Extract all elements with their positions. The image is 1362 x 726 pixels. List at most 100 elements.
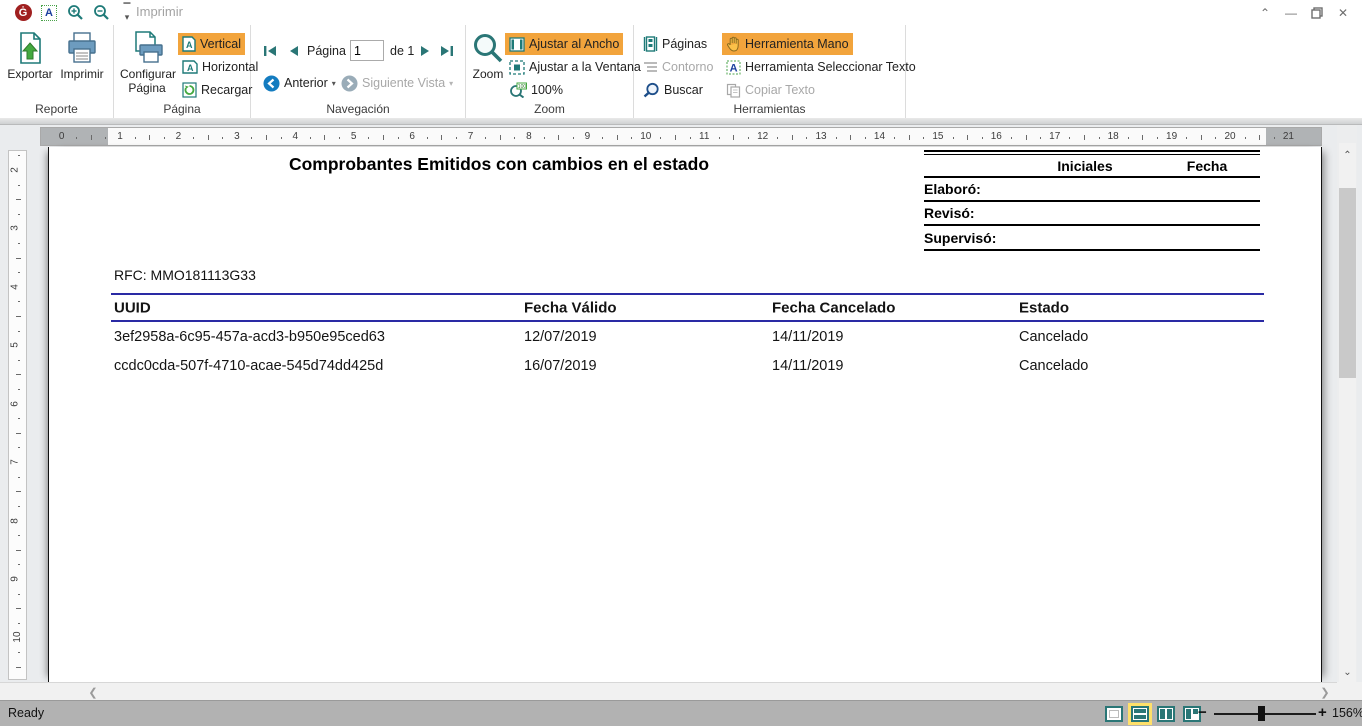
hruler-number: 4 bbox=[292, 131, 298, 142]
last-page-button[interactable] bbox=[437, 40, 457, 62]
hruler-number: 2 bbox=[176, 131, 182, 142]
window-title: Imprimir bbox=[136, 4, 183, 19]
next-page-button[interactable] bbox=[415, 40, 435, 62]
scroll-down-icon[interactable]: ⌄ bbox=[1339, 662, 1356, 682]
vruler-number: 9 bbox=[9, 576, 20, 582]
paginas-label: Páginas bbox=[662, 37, 707, 51]
signoff-row: Revisó: bbox=[924, 202, 1260, 226]
scroll-right-icon[interactable]: ❯ bbox=[1316, 683, 1334, 701]
page-number-input[interactable] bbox=[350, 40, 384, 61]
vruler-number: 3 bbox=[9, 226, 20, 232]
page-label: Página bbox=[307, 44, 346, 58]
signoff-label-superviso: Supervisó: bbox=[924, 230, 996, 246]
horizontal-button[interactable]: A Horizontal bbox=[178, 56, 262, 78]
hruler-number: 18 bbox=[1108, 131, 1119, 142]
fit-width-view-button[interactable] bbox=[1128, 703, 1152, 725]
paginas-button[interactable]: Páginas bbox=[639, 33, 711, 55]
magnifier-icon bbox=[468, 29, 508, 67]
restore-icon[interactable] bbox=[1304, 0, 1330, 25]
ruler-margin-left bbox=[41, 128, 108, 145]
ajustar-a-la-ventana-label: Ajustar a la Ventana bbox=[529, 60, 641, 74]
select-text-tool-icon[interactable]: A bbox=[40, 4, 58, 22]
two-page-view-button[interactable] bbox=[1154, 703, 1178, 725]
outline-icon bbox=[643, 60, 658, 74]
scroll-up-icon[interactable]: ⌃ bbox=[1339, 145, 1356, 165]
title-bar: Ġ A ▔▾ Imprimir ⌃ — ✕ bbox=[0, 0, 1362, 25]
herramienta-seleccionar-texto-button[interactable]: A Herramienta Seleccionar Texto bbox=[722, 56, 920, 78]
imprimir-button[interactable]: Imprimir bbox=[56, 29, 108, 81]
minimize-icon[interactable]: — bbox=[1278, 0, 1304, 25]
fit-width-icon bbox=[509, 37, 525, 52]
ribbon-group-navegacion: Página de 1 Anterior ▾ Siguiente Vista ▾… bbox=[251, 25, 466, 118]
report-page[interactable]: Comprobantes Emitidos con cambios en el … bbox=[48, 147, 1322, 682]
ribbon-group-pagina: Configurar Página A Vertical A Horizonta… bbox=[114, 25, 251, 118]
first-page-button[interactable] bbox=[260, 40, 280, 62]
close-icon[interactable]: ✕ bbox=[1330, 0, 1356, 25]
siguiente-vista-button[interactable]: Siguiente Vista ▾ bbox=[337, 72, 457, 94]
hruler-number: 0 bbox=[59, 131, 65, 142]
vruler-number: 4 bbox=[9, 284, 20, 290]
scroll-left-icon[interactable]: ❮ bbox=[84, 683, 102, 701]
configurar-pagina-button[interactable]: Configurar Página bbox=[120, 29, 174, 95]
copiar-texto-button[interactable]: Copiar Texto bbox=[722, 79, 819, 101]
hruler-number: 15 bbox=[932, 131, 943, 142]
zoom-out-minus-button[interactable]: − bbox=[1198, 704, 1207, 721]
exportar-button[interactable]: Exportar bbox=[4, 29, 56, 81]
table-cell: ccdc0cda-507f-4710-acae-545d74dd425d bbox=[114, 358, 383, 374]
hruler-number: 12 bbox=[757, 131, 768, 142]
buscar-label: Buscar bbox=[664, 83, 703, 97]
ajustar-a-la-ventana-button[interactable]: Ajustar a la Ventana bbox=[505, 56, 645, 78]
buscar-button[interactable]: Buscar bbox=[639, 79, 707, 101]
horizontal-scrollbar[interactable]: ❮ ❯ bbox=[0, 682, 1337, 700]
vertical-scroll-thumb[interactable] bbox=[1339, 188, 1356, 378]
zoom-slider-thumb[interactable] bbox=[1258, 706, 1265, 721]
quick-access-toolbar: Ġ A ▔▾ bbox=[14, 2, 136, 23]
forward-circle-icon bbox=[341, 75, 358, 92]
herramienta-mano-label: Herramienta Mano bbox=[745, 37, 849, 51]
zoom-slider-track[interactable] bbox=[1214, 713, 1316, 715]
page-setup-icon bbox=[120, 29, 174, 67]
zoom-out-icon[interactable] bbox=[92, 4, 110, 22]
contorno-button[interactable]: Contorno bbox=[639, 56, 717, 78]
hruler-number: 6 bbox=[409, 131, 415, 142]
zoom-in-icon[interactable] bbox=[66, 4, 84, 22]
signoff-row: Elaboró: bbox=[924, 178, 1260, 202]
herramienta-mano-button[interactable]: Herramienta Mano bbox=[722, 33, 853, 55]
hruler-number: 1 bbox=[117, 131, 123, 142]
previous-page-button[interactable] bbox=[284, 40, 304, 62]
status-text: Ready bbox=[8, 706, 44, 720]
anterior-button[interactable]: Anterior ▾ bbox=[259, 72, 340, 94]
vertical-scrollbar[interactable]: ⌃ ⌄ bbox=[1337, 125, 1357, 682]
recargar-button[interactable]: Recargar bbox=[178, 79, 256, 101]
vertical-button[interactable]: A Vertical bbox=[178, 33, 245, 55]
collapse-ribbon-icon[interactable]: ⌃ bbox=[1252, 0, 1278, 25]
zoom-percent-label: 156% bbox=[1332, 706, 1362, 720]
single-page-view-icon bbox=[1105, 706, 1123, 722]
ajustar-al-ancho-button[interactable]: Ajustar al Ancho bbox=[505, 33, 623, 55]
portrait-page-icon: A bbox=[182, 36, 196, 52]
imprimir-label: Imprimir bbox=[56, 67, 108, 81]
hruler-number: 21 bbox=[1283, 131, 1294, 142]
qat-customize-dropdown-icon[interactable]: ▔▾ bbox=[118, 4, 136, 22]
copiar-texto-label: Copiar Texto bbox=[745, 83, 815, 97]
zoom-100-label: 100% bbox=[531, 83, 563, 97]
hruler-number: 3 bbox=[234, 131, 240, 142]
vruler-number: 8 bbox=[9, 518, 20, 524]
hruler-number: 13 bbox=[815, 131, 826, 142]
zoom-in-plus-button[interactable]: + bbox=[1318, 704, 1327, 721]
zoom-100-button[interactable]: 100 100% bbox=[505, 79, 567, 101]
signoff-table: Iniciales Fecha Elaboró: Revisó: Supervi… bbox=[924, 150, 1260, 251]
fit-window-icon bbox=[509, 60, 525, 75]
scrollbar-corner bbox=[1337, 682, 1362, 700]
hruler-number: 17 bbox=[1049, 131, 1060, 142]
horizontal-label: Horizontal bbox=[202, 60, 258, 74]
signoff-header-iniciales: Iniciales bbox=[1016, 158, 1154, 174]
signoff-label-elaboro: Elaboró: bbox=[924, 181, 981, 197]
rfc-line: RFC: MMO181113G33 bbox=[114, 267, 256, 283]
anterior-label: Anterior bbox=[284, 76, 328, 90]
refresh-icon bbox=[182, 82, 197, 98]
zoom-button[interactable]: Zoom bbox=[468, 29, 508, 81]
app-logo-icon[interactable]: Ġ bbox=[14, 4, 32, 22]
single-page-view-button[interactable] bbox=[1102, 703, 1126, 725]
configurar-pagina-label: Configurar Página bbox=[120, 67, 174, 95]
